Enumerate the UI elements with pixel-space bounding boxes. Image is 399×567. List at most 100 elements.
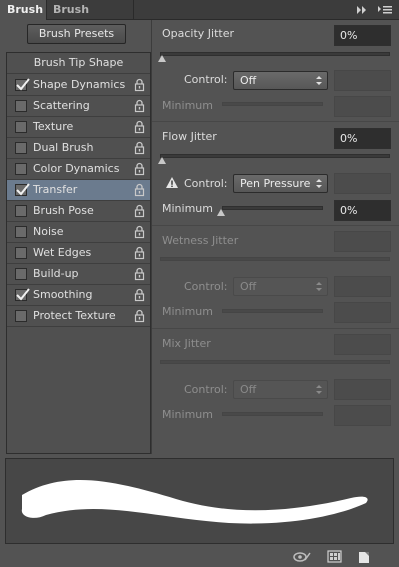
mix-control-select: Off	[233, 380, 328, 399]
flow-minimum-thumb[interactable]	[217, 209, 225, 216]
lock-icon[interactable]	[134, 78, 145, 92]
brush-setting-item[interactable]: Texture	[7, 117, 150, 138]
flow-minimum-field[interactable]: 0%	[334, 200, 391, 221]
flow-control-extra-field	[334, 173, 391, 194]
flow-jitter-slider[interactable]	[160, 154, 390, 158]
setting-label: Dual Brush	[33, 141, 94, 154]
brush-setting-item[interactable]: Dual Brush	[7, 138, 150, 159]
brush-setting-item[interactable]: Smoothing	[7, 285, 150, 306]
section-separator	[152, 328, 399, 329]
tab-brush[interactable]: Brush	[0, 0, 46, 20]
wetness-control-value: Off	[240, 280, 257, 293]
mix-jitter-slider	[160, 360, 390, 364]
opacity-jitter-thumb[interactable]	[158, 55, 166, 62]
opacity-minimum-slider	[222, 102, 323, 106]
wetness-jitter-slider	[160, 257, 390, 261]
wetness-minimum-slider	[222, 309, 323, 313]
brush-tip-shape-item[interactable]: Brush Tip Shape	[7, 53, 150, 74]
dropdown-arrows-icon	[316, 385, 322, 394]
lock-icon[interactable]	[134, 162, 145, 176]
setting-label: Wet Edges	[33, 246, 92, 259]
setting-checkbox[interactable]	[15, 310, 27, 322]
flow-jitter-label: Flow Jitter	[162, 130, 217, 143]
setting-checkbox[interactable]	[15, 142, 27, 154]
brush-setting-item[interactable]: Brush Pose	[7, 201, 150, 222]
lock-icon[interactable]	[134, 204, 145, 218]
wetness-control-select: Off	[233, 277, 328, 296]
new-preset-icon[interactable]	[356, 550, 372, 564]
setting-checkbox[interactable]	[15, 78, 30, 91]
opacity-minimum-field	[334, 96, 391, 117]
setting-checkbox[interactable]	[15, 247, 27, 259]
lock-icon[interactable]	[134, 120, 145, 134]
wetness-control-label: Control:	[184, 280, 228, 293]
lock-icon[interactable]	[134, 225, 145, 239]
brush-setting-item[interactable]: Wet Edges	[7, 243, 150, 264]
mix-control-label: Control:	[184, 383, 228, 396]
setting-label: Build-up	[33, 267, 79, 280]
mix-jitter-label: Mix Jitter	[162, 337, 211, 350]
bristle-preview-icon[interactable]	[292, 550, 312, 564]
brush-stroke-preview	[5, 458, 394, 544]
setting-label: Texture	[33, 120, 74, 133]
panel-menu-icon[interactable]	[377, 4, 393, 16]
setting-checkbox[interactable]	[15, 121, 27, 133]
lock-icon[interactable]	[134, 309, 145, 323]
brush-setting-item[interactable]: Protect Texture	[7, 306, 150, 327]
opacity-control-label: Control:	[184, 73, 228, 86]
section-separator	[152, 225, 399, 226]
setting-label: Smoothing	[33, 288, 93, 301]
brush-setting-item[interactable]: Transfer	[7, 180, 150, 201]
mix-control-value: Off	[240, 383, 257, 396]
flow-control-value: Pen Pressure	[240, 177, 311, 190]
brush-panel-icon[interactable]	[327, 550, 343, 564]
flow-minimum-label: Minimum	[162, 202, 213, 215]
setting-checkbox[interactable]	[15, 163, 27, 175]
wetness-minimum-label: Minimum	[162, 305, 213, 318]
section-separator	[152, 121, 399, 122]
dropdown-arrows-icon	[316, 76, 322, 85]
lock-icon[interactable]	[134, 267, 145, 281]
double-arrow-icon[interactable]	[354, 4, 368, 16]
brush-setting-item[interactable]: Color Dynamics	[7, 159, 150, 180]
setting-checkbox[interactable]	[15, 205, 27, 217]
lock-icon[interactable]	[134, 183, 145, 197]
lock-icon[interactable]	[134, 246, 145, 260]
setting-label: Brush Pose	[33, 204, 94, 217]
setting-checkbox[interactable]	[15, 100, 27, 112]
lock-icon[interactable]	[134, 288, 145, 302]
flow-jitter-field[interactable]: 0%	[334, 128, 391, 149]
mix-minimum-field	[334, 405, 391, 426]
setting-checkbox[interactable]	[15, 268, 27, 280]
flow-control-select[interactable]: Pen Pressure	[233, 174, 328, 193]
flow-jitter-thumb[interactable]	[158, 157, 166, 164]
lock-icon[interactable]	[134, 141, 145, 155]
wetness-jitter-field	[334, 231, 391, 252]
setting-checkbox[interactable]	[15, 288, 30, 301]
opacity-control-value: Off	[240, 74, 257, 87]
column-divider	[151, 20, 152, 454]
setting-label: Transfer	[33, 183, 78, 196]
brush-setting-item[interactable]: Scattering	[7, 96, 150, 117]
setting-checkbox[interactable]	[15, 183, 30, 196]
brush-setting-item[interactable]: Shape Dynamics	[7, 75, 150, 96]
wetness-jitter-label: Wetness Jitter	[162, 234, 239, 247]
setting-label: Protect Texture	[33, 309, 116, 322]
lock-icon[interactable]	[134, 99, 145, 113]
brush-setting-item[interactable]: Build-up	[7, 264, 150, 285]
opacity-control-select[interactable]: Off	[233, 71, 328, 90]
mix-minimum-label: Minimum	[162, 408, 213, 421]
opacity-jitter-label: Opacity Jitter	[162, 27, 235, 40]
flow-control-label: Control:	[184, 177, 228, 190]
brush-presets-button[interactable]: Brush Presets	[27, 24, 126, 44]
setting-checkbox[interactable]	[15, 226, 27, 238]
panel-footer	[0, 548, 399, 567]
wetness-minimum-field	[334, 302, 391, 323]
tab-brush-presets[interactable]: Brush Presets	[47, 0, 133, 36]
opacity-jitter-slider[interactable]	[160, 52, 390, 56]
opacity-jitter-field[interactable]: 0%	[334, 25, 391, 46]
brush-setting-item[interactable]: Noise	[7, 222, 150, 243]
setting-label: Scattering	[33, 99, 90, 112]
mix-jitter-field	[334, 334, 391, 355]
flow-minimum-slider[interactable]	[222, 206, 323, 210]
